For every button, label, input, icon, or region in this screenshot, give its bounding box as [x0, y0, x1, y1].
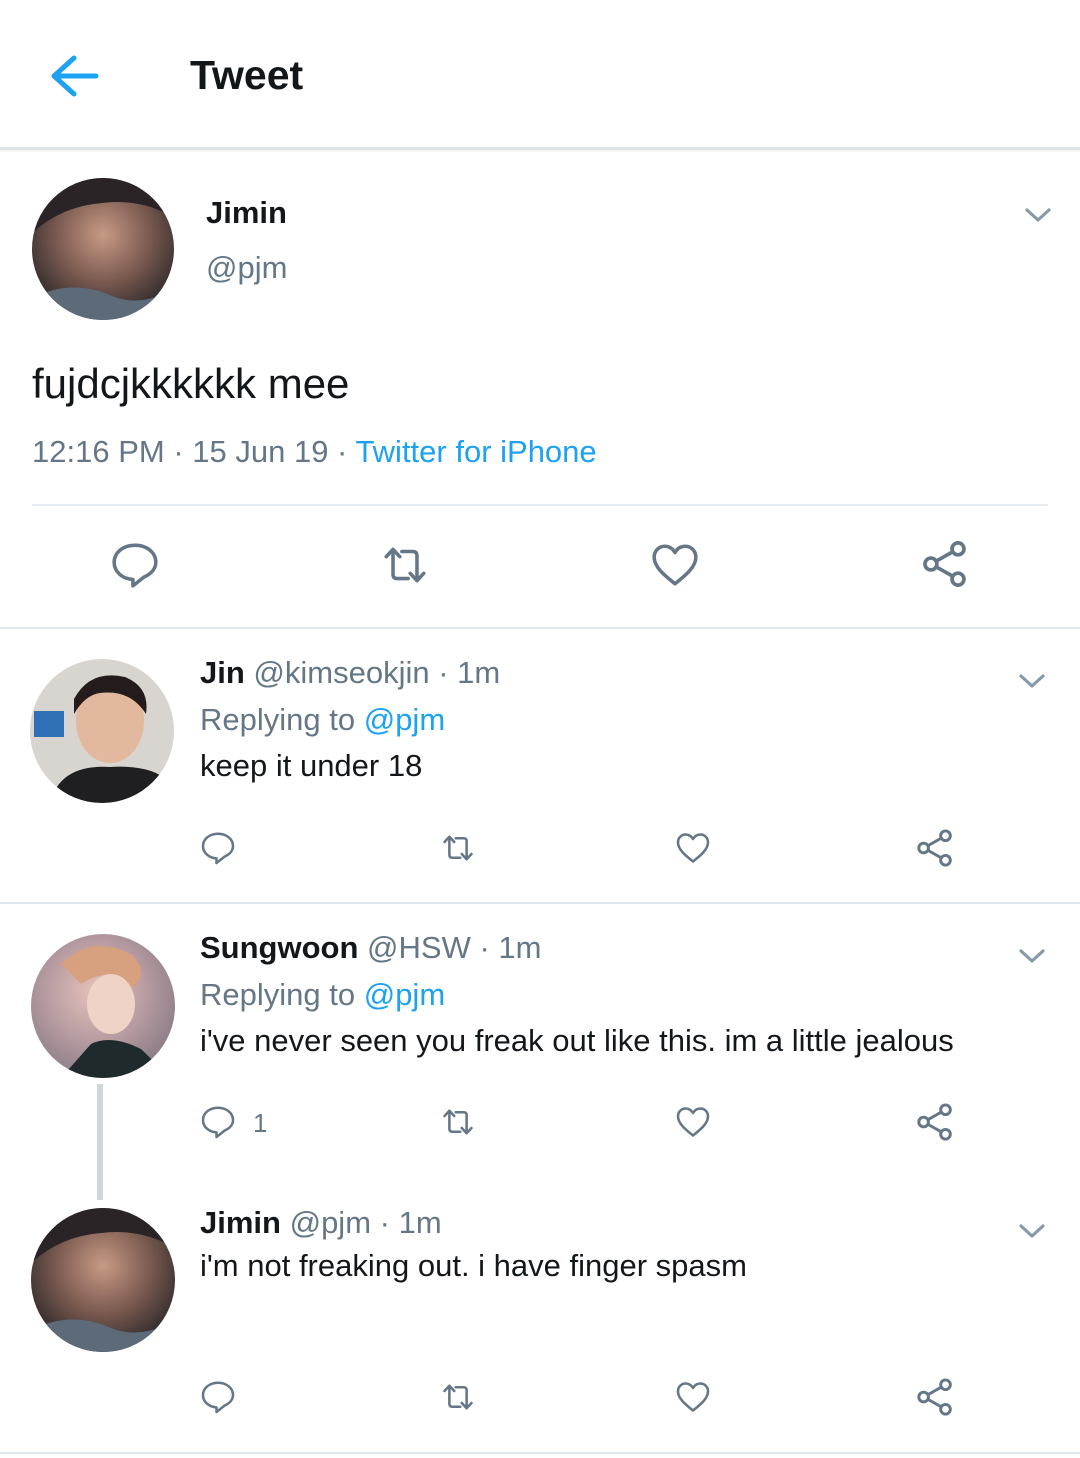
back-button[interactable] — [40, 46, 104, 106]
divider — [32, 504, 1048, 506]
author-handle[interactable]: @kimseokjin — [253, 655, 429, 690]
tweet-menu-button[interactable] — [1016, 1215, 1048, 1247]
reply-button[interactable] — [110, 540, 160, 590]
share-button[interactable] — [914, 1101, 956, 1143]
tweet-menu-button[interactable] — [1022, 199, 1054, 231]
reply-button[interactable] — [200, 830, 236, 866]
retweet-button[interactable] — [377, 540, 433, 590]
reply-icon — [200, 830, 236, 866]
divider — [0, 627, 1080, 629]
chevron-down-icon — [1016, 940, 1048, 972]
author-handle[interactable]: @pjm — [206, 250, 287, 286]
share-icon — [914, 827, 956, 869]
replying-label: Replying to — [200, 977, 356, 1012]
author-name[interactable]: Sungwoon — [200, 930, 358, 965]
like-icon — [675, 1104, 711, 1140]
retweet-icon — [438, 1104, 478, 1140]
replying-to-link[interactable]: @pjm — [364, 977, 445, 1012]
divider — [0, 902, 1080, 904]
tweet-text: fujdcjkkkkkk mee — [32, 360, 350, 407]
share-button[interactable] — [914, 1376, 956, 1418]
divider — [0, 1452, 1080, 1454]
retweet-icon — [438, 830, 478, 866]
author-handle[interactable]: @pjm — [290, 1205, 371, 1240]
author-name[interactable]: Jin — [200, 655, 245, 690]
like-icon — [650, 540, 700, 590]
retweet-button[interactable] — [438, 830, 478, 866]
chevron-down-icon — [1022, 199, 1054, 231]
reply-button[interactable] — [200, 1379, 236, 1415]
replying-to: Replying to @pjm — [200, 977, 445, 1013]
reply-button[interactable] — [200, 1104, 236, 1140]
reply-header: Jimin @pjm · 1m — [200, 1205, 442, 1241]
avatar-image — [32, 178, 174, 320]
avatar-image — [30, 659, 174, 803]
avatar[interactable] — [31, 1208, 175, 1352]
share-icon — [914, 1376, 956, 1418]
avatar[interactable] — [30, 659, 174, 803]
author-name[interactable]: Jimin — [200, 1205, 281, 1240]
retweet-icon — [377, 540, 433, 590]
thread-connector — [97, 1084, 103, 1200]
meta-separator: · — [328, 434, 356, 469]
share-button[interactable] — [919, 538, 971, 590]
author-name[interactable]: Jimin — [206, 195, 287, 231]
replying-label: Replying to — [200, 702, 356, 737]
reply-icon — [200, 1379, 236, 1415]
share-icon — [919, 538, 971, 590]
like-button[interactable] — [675, 1379, 711, 1415]
retweet-button[interactable] — [438, 1104, 478, 1140]
like-button[interactable] — [675, 1104, 711, 1140]
avatar[interactable] — [32, 178, 174, 320]
meta-separator: · — [164, 434, 193, 469]
page-title: Tweet — [190, 52, 304, 98]
like-button[interactable] — [650, 540, 700, 590]
retweet-button[interactable] — [438, 1379, 478, 1415]
meta-separator: · — [429, 655, 458, 690]
retweet-icon — [438, 1379, 478, 1415]
reply-text: i've never seen you freak out like this.… — [200, 1023, 954, 1058]
tweet-date: 15 Jun 19 — [192, 434, 329, 469]
reply-header: Sungwoon @HSW · 1m — [200, 930, 541, 966]
tweet-time: 12:16 PM — [32, 434, 165, 469]
avatar-image — [31, 934, 175, 1078]
reply-text: i'm not freaking out. i have finger spas… — [200, 1248, 747, 1283]
share-button[interactable] — [914, 827, 956, 869]
author-handle[interactable]: @HSW — [367, 930, 471, 965]
reply-age: 1m — [498, 930, 542, 965]
like-icon — [675, 830, 711, 866]
avatar-image — [31, 1208, 175, 1352]
chevron-down-icon — [1016, 665, 1048, 697]
reply-age: 1m — [457, 655, 501, 690]
tweet-source-link[interactable]: Twitter for iPhone — [355, 434, 596, 469]
avatar[interactable] — [31, 934, 175, 1078]
top-bar — [0, 0, 1080, 148]
reply-text: keep it under 18 — [200, 748, 423, 783]
reply-age: 1m — [398, 1205, 442, 1240]
back-arrow-icon — [51, 55, 99, 97]
tweet-menu-button[interactable] — [1016, 940, 1048, 972]
chevron-down-icon — [1016, 1215, 1048, 1247]
tweet-meta: 12:16 PM · 15 Jun 19 · Twitter for iPhon… — [32, 434, 597, 470]
header-divider — [0, 147, 1080, 150]
replying-to: Replying to @pjm — [200, 702, 445, 738]
meta-separator: · — [371, 1205, 399, 1240]
reply-icon — [200, 1104, 236, 1140]
reply-count: 1 — [253, 1108, 268, 1138]
share-icon — [914, 1101, 956, 1143]
like-button[interactable] — [675, 830, 711, 866]
reply-header: Jin @kimseokjin · 1m — [200, 655, 500, 691]
replying-to-link[interactable]: @pjm — [364, 702, 445, 737]
tweet-menu-button[interactable] — [1016, 665, 1048, 697]
reply-icon — [110, 540, 160, 590]
meta-separator: · — [470, 930, 499, 965]
like-icon — [675, 1379, 711, 1415]
